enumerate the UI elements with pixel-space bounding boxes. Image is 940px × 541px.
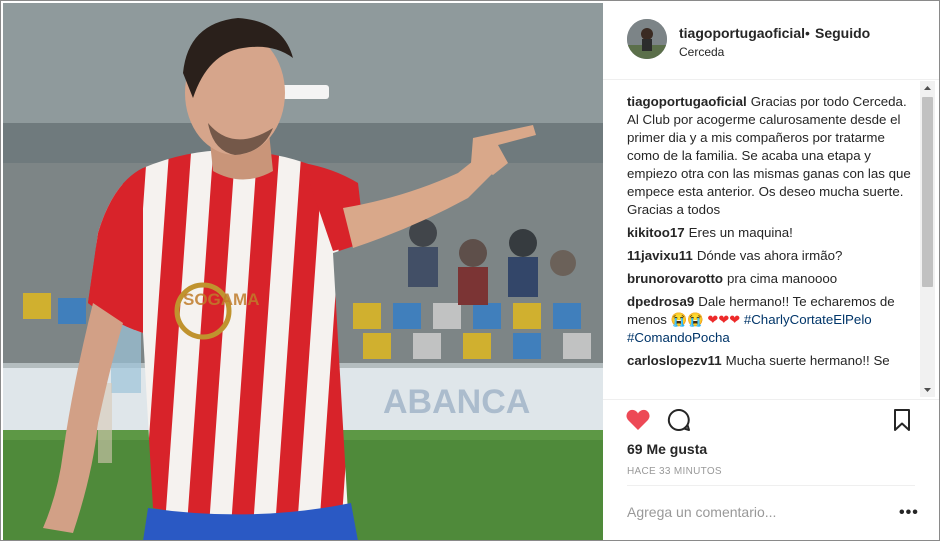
likes-count[interactable]: 69 Me gusta bbox=[627, 441, 707, 457]
player-photo-illustration: ABANCA SOGAMA bbox=[3, 3, 603, 540]
list-item: brunorovarotto pra cima manoooo bbox=[627, 270, 919, 288]
follow-status-button[interactable]: Seguido bbox=[815, 25, 870, 41]
more-options-icon[interactable]: ••• bbox=[899, 504, 919, 522]
comment-username[interactable]: carloslopezv11 bbox=[627, 353, 722, 368]
hashtag-link[interactable]: #ComandoPocha bbox=[627, 330, 730, 345]
avatar-image bbox=[627, 19, 667, 59]
post-timestamp: HACE 33 MINUTOS bbox=[627, 466, 722, 477]
comment-text: Gracias por todo Cerceda. Al Club por ac… bbox=[627, 94, 911, 217]
heart-emojis: ❤❤❤ bbox=[707, 312, 741, 327]
scrollbar-thumb[interactable] bbox=[922, 97, 933, 287]
comment-text: Dónde vas ahora irmão? bbox=[696, 248, 843, 263]
bookmark-icon[interactable] bbox=[891, 408, 913, 432]
list-item: 11javixu11 Dónde vas ahora irmão? bbox=[627, 247, 919, 265]
list-item: dpedrosa9 Dale hermano!! Te echaremos de … bbox=[627, 293, 919, 347]
comment-text: Mucha suerte hermano!! Se bbox=[725, 353, 890, 368]
header-separator: • bbox=[805, 25, 810, 41]
caption-comment: tiagoportugaoficial Gracias por todo Cerc… bbox=[627, 93, 919, 219]
add-comment-bar: Agrega un comentario... ••• bbox=[627, 485, 918, 540]
comment-username[interactable]: dpedrosa9 bbox=[627, 294, 694, 309]
comments-list: tiagoportugaoficial Gracias por todo Cerc… bbox=[627, 93, 919, 395]
comment-text: Eres un maquina! bbox=[688, 225, 793, 240]
comment-icon[interactable] bbox=[667, 408, 691, 432]
post-header: tiagoportugaoficial • Seguido Cerceda bbox=[603, 1, 939, 80]
comment-username[interactable]: brunorovarotto bbox=[627, 271, 723, 286]
avatar[interactable] bbox=[627, 19, 667, 59]
comment-username[interactable]: kikitoo17 bbox=[627, 225, 685, 240]
hashtag-link[interactable]: #CharlyCortateElPelo bbox=[744, 312, 872, 327]
scroll-up-arrow-icon[interactable] bbox=[920, 81, 935, 95]
comment-input[interactable]: Agrega un comentario... bbox=[627, 504, 776, 520]
heart-icon[interactable] bbox=[625, 408, 651, 432]
svg-text:SOGAMA: SOGAMA bbox=[183, 290, 260, 309]
post-actions-bar bbox=[603, 399, 939, 440]
list-item: kikitoo17 Eres un maquina! bbox=[627, 224, 919, 242]
list-item: carloslopezv11 Mucha suerte hermano!! Se bbox=[627, 352, 919, 370]
svg-text:ABANCA: ABANCA bbox=[383, 383, 530, 421]
post-author-username[interactable]: tiagoportugaoficial bbox=[679, 25, 805, 41]
comment-username[interactable]: tiagoportugaoficial bbox=[627, 94, 747, 109]
comment-username[interactable]: 11javixu11 bbox=[627, 248, 693, 263]
comments-scrollbar[interactable] bbox=[920, 81, 935, 397]
post-location[interactable]: Cerceda bbox=[679, 45, 724, 59]
scroll-down-arrow-icon[interactable] bbox=[920, 383, 935, 397]
comment-text: pra cima manoooo bbox=[727, 271, 838, 286]
post-side-panel: tiagoportugaoficial • Seguido Cerceda ti… bbox=[603, 1, 939, 540]
post-photo: ABANCA SOGAMA bbox=[3, 3, 603, 540]
instagram-post-window: ABANCA SOGAMA tiagoportugaoficial • Segu… bbox=[0, 0, 940, 541]
